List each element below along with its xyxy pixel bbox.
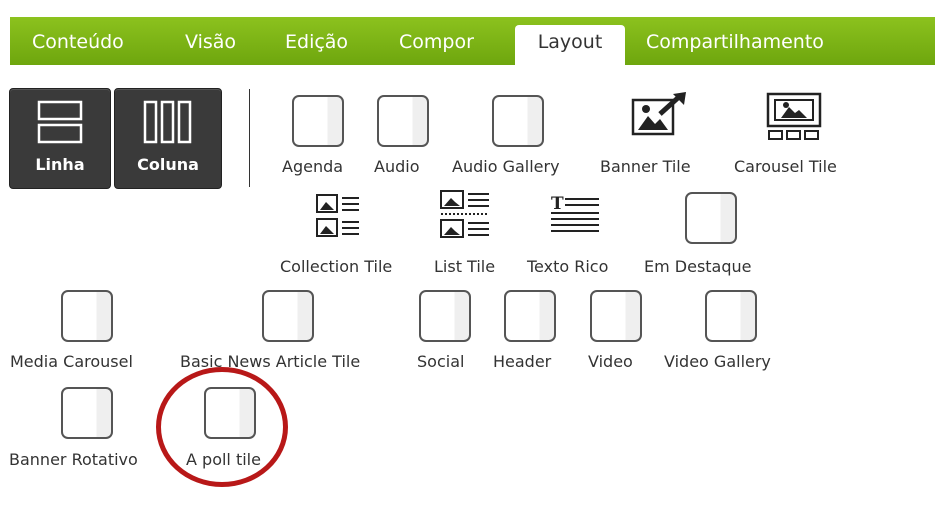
video-gallery-tile-label[interactable]: Video Gallery <box>664 352 771 371</box>
collection-tile-label[interactable]: Collection Tile <box>280 257 392 276</box>
row-layout-icon <box>37 100 83 144</box>
social-tile-icon[interactable] <box>419 290 471 342</box>
media-carousel-tile-label[interactable]: Media Carousel <box>10 352 133 371</box>
texto-rico-tile-label[interactable]: Texto Rico <box>527 257 608 276</box>
media-carousel-tile-icon[interactable] <box>61 290 113 342</box>
highlight-circle <box>156 367 288 487</box>
em-destaque-tile-label[interactable]: Em Destaque <box>644 257 752 276</box>
audio-tile-icon[interactable] <box>377 95 429 147</box>
video-gallery-tile-icon[interactable] <box>705 290 757 342</box>
basic-news-tile-icon[interactable] <box>262 290 314 342</box>
tab-compor[interactable]: Compor <box>399 25 474 65</box>
audio-gallery-tile-icon[interactable] <box>492 95 544 147</box>
list-tile-label[interactable]: List Tile <box>434 257 495 276</box>
rich-text-icon[interactable]: T <box>549 193 605 239</box>
svg-text:T: T <box>551 194 564 214</box>
tab-layout[interactable]: Layout <box>515 25 625 65</box>
header-tile-label[interactable]: Header <box>493 352 551 371</box>
banner-rotativo-tile-icon[interactable] <box>61 387 113 439</box>
carousel-image-icon[interactable] <box>765 91 823 141</box>
video-tile-label[interactable]: Video <box>588 352 633 371</box>
banner-rotativo-tile-label[interactable]: Banner Rotativo <box>9 450 138 469</box>
banner-tile-label[interactable]: Banner Tile <box>600 157 691 176</box>
audio-tile-label[interactable]: Audio <box>374 157 419 176</box>
toolbar-tab-bar: Conteúdo Visão Edição Compor Layout Comp… <box>10 17 935 65</box>
tab-compartilhamento[interactable]: Compartilhamento <box>646 25 824 65</box>
video-tile-icon[interactable] <box>590 290 642 342</box>
column-button-label: Coluna <box>137 155 199 174</box>
add-column-button[interactable]: Coluna <box>114 88 222 189</box>
toolbar-divider <box>249 89 250 187</box>
column-layout-icon <box>143 100 192 144</box>
list-icon[interactable] <box>439 188 503 244</box>
agenda-tile-icon[interactable] <box>292 95 344 147</box>
row-button-label: Linha <box>35 155 85 174</box>
tab-visao[interactable]: Visão <box>185 25 236 65</box>
header-tile-icon[interactable] <box>504 290 556 342</box>
tab-edicao[interactable]: Edição <box>285 25 348 65</box>
add-row-button[interactable]: Linha <box>9 88 111 189</box>
tab-conteudo[interactable]: Conteúdo <box>32 25 124 65</box>
collection-icon[interactable] <box>315 192 377 244</box>
carousel-tile-label[interactable]: Carousel Tile <box>734 157 837 176</box>
banner-image-icon[interactable] <box>630 92 690 142</box>
agenda-tile-label[interactable]: Agenda <box>282 157 343 176</box>
em-destaque-tile-icon[interactable] <box>685 192 737 244</box>
audio-gallery-tile-label[interactable]: Audio Gallery <box>452 157 560 176</box>
social-tile-label[interactable]: Social <box>417 352 464 371</box>
